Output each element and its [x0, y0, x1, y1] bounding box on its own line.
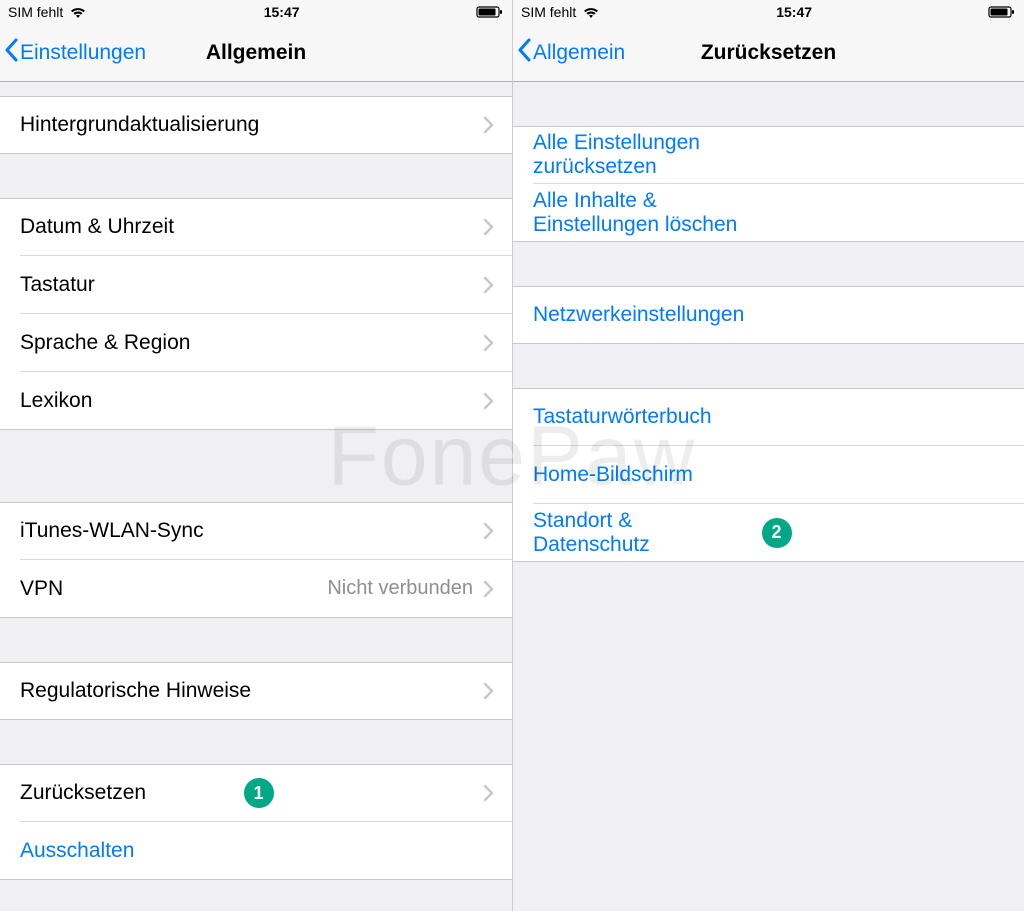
group-gap	[513, 82, 1024, 126]
phone-right: SIM fehlt 15:47 Allgemein Zurücksetzen A…	[512, 0, 1024, 911]
settings-content[interactable]: Hintergrundaktualisierung Datum & Uhrzeit…	[0, 82, 512, 911]
list-row[interactable]: Netzwerkeinstellungen	[513, 286, 1024, 344]
row-label: Datum & Uhrzeit	[20, 215, 252, 239]
battery-icon	[476, 5, 504, 19]
nav-back-button[interactable]: Allgemein	[517, 38, 625, 68]
chevron-right-icon	[483, 522, 494, 540]
row-label: Home-Bildschirm	[533, 463, 770, 487]
list-row[interactable]: VPN Nicht verbunden	[0, 560, 512, 618]
group-gap	[513, 242, 1024, 286]
list-row[interactable]: Ausschalten	[0, 822, 512, 880]
list-row[interactable]: Tastatur	[0, 256, 512, 314]
reset-content[interactable]: Alle Einstellungen zurücksetzen Alle Inha…	[513, 82, 1024, 911]
status-time: 15:47	[776, 4, 812, 20]
row-label: VPN	[20, 577, 174, 601]
battery-icon	[988, 5, 1016, 19]
list-row[interactable]: iTunes-WLAN-Sync	[0, 502, 512, 560]
list-row[interactable]: Standort & Datenschutz 2	[513, 504, 1024, 562]
nav-bar: Einstellungen Allgemein	[0, 24, 512, 82]
group-gap	[0, 618, 512, 662]
group-gap	[0, 430, 512, 502]
carrier-text: SIM fehlt	[8, 4, 63, 20]
list-row[interactable]: Alle Inhalte & Einstellungen löschen	[513, 184, 1024, 242]
row-label: Netzwerkeinstellungen	[533, 303, 770, 327]
list-row[interactable]: Lexikon	[0, 372, 512, 430]
chevron-left-icon	[517, 38, 533, 68]
list-row[interactable]: Tastaturwörterbuch	[513, 388, 1024, 446]
row-label: Zurücksetzen	[20, 781, 230, 805]
group-gap	[0, 720, 512, 764]
nav-back-label: Allgemein	[533, 41, 625, 65]
nav-back-label: Einstellungen	[20, 41, 146, 65]
row-label: Alle Inhalte & Einstellungen löschen	[533, 189, 770, 237]
carrier-text: SIM fehlt	[521, 4, 576, 20]
chevron-right-icon	[483, 580, 494, 598]
row-label: Hintergrundaktualisierung	[20, 113, 259, 137]
status-bar: SIM fehlt 15:47	[513, 0, 1024, 24]
list-row[interactable]: Sprache & Region	[0, 314, 512, 372]
status-bar: SIM fehlt 15:47	[0, 0, 512, 24]
chevron-right-icon	[483, 116, 494, 134]
step-badge: 1	[244, 778, 274, 808]
row-label: Ausschalten	[20, 839, 257, 863]
chevron-left-icon	[4, 38, 20, 68]
list-row[interactable]: Zurücksetzen 1	[0, 764, 512, 822]
row-label: Standort & Datenschutz	[533, 509, 748, 557]
group-gap	[513, 344, 1024, 388]
status-time: 15:47	[264, 4, 300, 20]
chevron-right-icon	[483, 682, 494, 700]
list-row[interactable]: Alle Einstellungen zurücksetzen	[513, 126, 1024, 184]
row-label: Lexikon	[20, 389, 252, 413]
list-row[interactable]: Datum & Uhrzeit	[0, 198, 512, 256]
nav-bar: Allgemein Zurücksetzen	[513, 24, 1024, 82]
row-label: Tastatur	[20, 273, 252, 297]
phone-left: SIM fehlt 15:47 Einstellungen Allgemein …	[0, 0, 512, 911]
wifi-icon	[69, 5, 87, 19]
row-label: Sprache & Region	[20, 331, 252, 355]
group-gap	[0, 154, 512, 198]
step-badge: 2	[762, 518, 792, 548]
nav-back-button[interactable]: Einstellungen	[4, 38, 146, 68]
row-label: Alle Einstellungen zurücksetzen	[533, 131, 770, 179]
row-label: Regulatorische Hinweise	[20, 679, 252, 703]
chevron-right-icon	[483, 218, 494, 236]
wifi-icon	[582, 5, 600, 19]
list-row[interactable]: Hintergrundaktualisierung	[0, 96, 512, 154]
chevron-right-icon	[483, 392, 494, 410]
chevron-right-icon	[483, 784, 494, 802]
row-label: Tastaturwörterbuch	[533, 405, 770, 429]
group-gap	[0, 82, 512, 96]
row-value: Nicht verbunden	[327, 577, 473, 600]
list-row[interactable]: Home-Bildschirm	[513, 446, 1024, 504]
chevron-right-icon	[483, 334, 494, 352]
row-label: iTunes-WLAN-Sync	[20, 519, 252, 543]
chevron-right-icon	[483, 276, 494, 294]
list-row[interactable]: Regulatorische Hinweise	[0, 662, 512, 720]
